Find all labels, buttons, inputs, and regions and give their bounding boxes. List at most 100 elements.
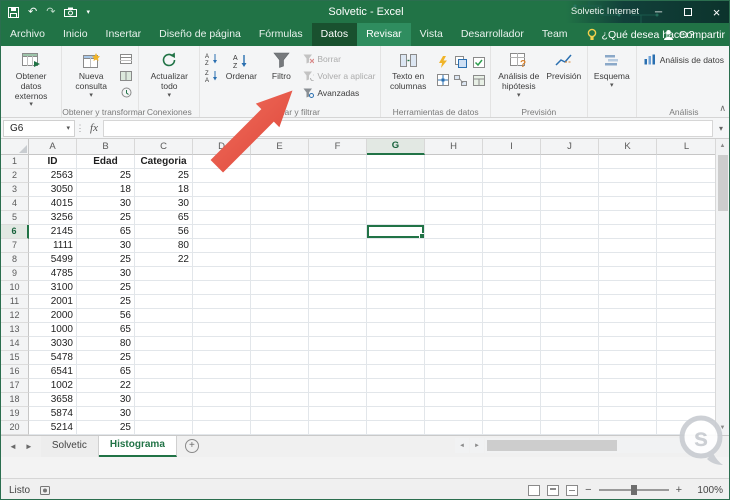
ribbon-tab-datos[interactable]: Datos	[311, 23, 358, 46]
text-to-columns-button[interactable]: Texto en columnas	[384, 48, 431, 94]
row-header-17[interactable]: 17	[1, 379, 29, 393]
cell-J18[interactable]	[541, 393, 599, 407]
cell-E14[interactable]	[251, 337, 309, 351]
cell-B6[interactable]: 65	[77, 225, 135, 239]
data-analysis-button[interactable]: Análisis de datos	[644, 54, 724, 65]
cell-D2[interactable]	[193, 169, 251, 183]
cell-G16[interactable]	[367, 365, 425, 379]
cell-L16[interactable]	[657, 365, 717, 379]
cell-H14[interactable]	[425, 337, 483, 351]
cell-K20[interactable]	[599, 421, 657, 435]
cell-I16[interactable]	[483, 365, 541, 379]
cell-B18[interactable]: 30	[77, 393, 135, 407]
cell-J3[interactable]	[541, 183, 599, 197]
cell-D17[interactable]	[193, 379, 251, 393]
cell-F1[interactable]	[309, 155, 367, 169]
cell-C5[interactable]: 65	[135, 211, 193, 225]
cell-C2[interactable]: 25	[135, 169, 193, 183]
cell-L12[interactable]	[657, 309, 717, 323]
cell-J1[interactable]	[541, 155, 599, 169]
share-button[interactable]: Compartir	[663, 23, 725, 46]
cell-J9[interactable]	[541, 267, 599, 281]
cell-F19[interactable]	[309, 407, 367, 421]
cell-J10[interactable]	[541, 281, 599, 295]
cell-B8[interactable]: 25	[77, 253, 135, 267]
cell-B11[interactable]: 25	[77, 295, 135, 309]
cell-E7[interactable]	[251, 239, 309, 253]
flash-fill-button[interactable]	[435, 54, 451, 70]
cell-H19[interactable]	[425, 407, 483, 421]
column-header-k[interactable]: K	[599, 139, 657, 155]
cell-G12[interactable]	[367, 309, 425, 323]
cell-F13[interactable]	[309, 323, 367, 337]
row-header-1[interactable]: 1	[1, 155, 29, 169]
cell-C12[interactable]	[135, 309, 193, 323]
cell-D4[interactable]	[193, 197, 251, 211]
cell-F7[interactable]	[309, 239, 367, 253]
cell-E3[interactable]	[251, 183, 309, 197]
scroll-right-icon[interactable]: ►	[470, 438, 484, 453]
cell-J15[interactable]	[541, 351, 599, 365]
cell-B1[interactable]: Edad	[77, 155, 135, 169]
advanced-filter-button[interactable]: Avanzadas	[301, 85, 377, 100]
cell-L17[interactable]	[657, 379, 717, 393]
collapse-ribbon-button[interactable]: ∧	[719, 103, 726, 114]
cell-B13[interactable]: 65	[77, 323, 135, 337]
name-box[interactable]: G6 ▾	[3, 119, 75, 137]
cell-I11[interactable]	[483, 295, 541, 309]
cell-F10[interactable]	[309, 281, 367, 295]
row-header-20[interactable]: 20	[1, 421, 29, 435]
cell-D6[interactable]	[193, 225, 251, 239]
normal-view-icon[interactable]	[528, 484, 541, 496]
sort-ascending-button[interactable]: AZ	[203, 51, 221, 66]
cell-B14[interactable]: 80	[77, 337, 135, 351]
cell-A18[interactable]: 3658	[29, 393, 77, 407]
cell-B10[interactable]: 25	[77, 281, 135, 295]
cell-D10[interactable]	[193, 281, 251, 295]
cell-L10[interactable]	[657, 281, 717, 295]
cell-I5[interactable]	[483, 211, 541, 225]
cell-I13[interactable]	[483, 323, 541, 337]
column-header-a[interactable]: A	[29, 139, 77, 155]
column-header-l[interactable]: L	[657, 139, 717, 155]
cell-H17[interactable]	[425, 379, 483, 393]
cell-A12[interactable]: 2000	[29, 309, 77, 323]
cell-E4[interactable]	[251, 197, 309, 211]
cell-I20[interactable]	[483, 421, 541, 435]
clear-filter-button[interactable]: Borrar	[301, 51, 377, 66]
formula-input[interactable]	[103, 119, 713, 137]
new-query-button[interactable]: Nueva consulta ▾	[65, 48, 117, 101]
data-validation-button[interactable]	[471, 54, 487, 70]
what-if-analysis-button[interactable]: ? Análisis de hipótesis ▾	[494, 48, 544, 101]
cell-K1[interactable]	[599, 155, 657, 169]
cell-D13[interactable]	[193, 323, 251, 337]
cell-B7[interactable]: 30	[77, 239, 135, 253]
column-header-g[interactable]: G	[367, 139, 425, 155]
row-header-6[interactable]: 6	[1, 225, 29, 239]
cell-K19[interactable]	[599, 407, 657, 421]
name-box-caret-icon[interactable]: ▾	[66, 125, 70, 132]
column-header-h[interactable]: H	[425, 139, 483, 155]
cell-B19[interactable]: 30	[77, 407, 135, 421]
row-header-18[interactable]: 18	[1, 393, 29, 407]
row-header-19[interactable]: 19	[1, 407, 29, 421]
row-header-10[interactable]: 10	[1, 281, 29, 295]
cell-G14[interactable]	[367, 337, 425, 351]
cell-C13[interactable]	[135, 323, 193, 337]
cell-H1[interactable]	[425, 155, 483, 169]
filter-button[interactable]: Filtro	[261, 48, 301, 84]
sheet-nav-left-icon[interactable]: ◄	[9, 442, 17, 451]
ribbon-tab-formulas[interactable]: Fórmulas	[250, 23, 312, 46]
cell-D3[interactable]	[193, 183, 251, 197]
consolidate-button[interactable]	[435, 72, 451, 88]
get-external-data-button[interactable]: Obtener datos externos ▾	[4, 48, 58, 110]
cell-B20[interactable]: 25	[77, 421, 135, 435]
cell-D18[interactable]	[193, 393, 251, 407]
cell-J17[interactable]	[541, 379, 599, 393]
cell-F9[interactable]	[309, 267, 367, 281]
zoom-slider[interactable]	[598, 485, 669, 495]
cell-A8[interactable]: 5499	[29, 253, 77, 267]
cell-F17[interactable]	[309, 379, 367, 393]
cell-A4[interactable]: 4015	[29, 197, 77, 211]
cell-L6[interactable]	[657, 225, 717, 239]
